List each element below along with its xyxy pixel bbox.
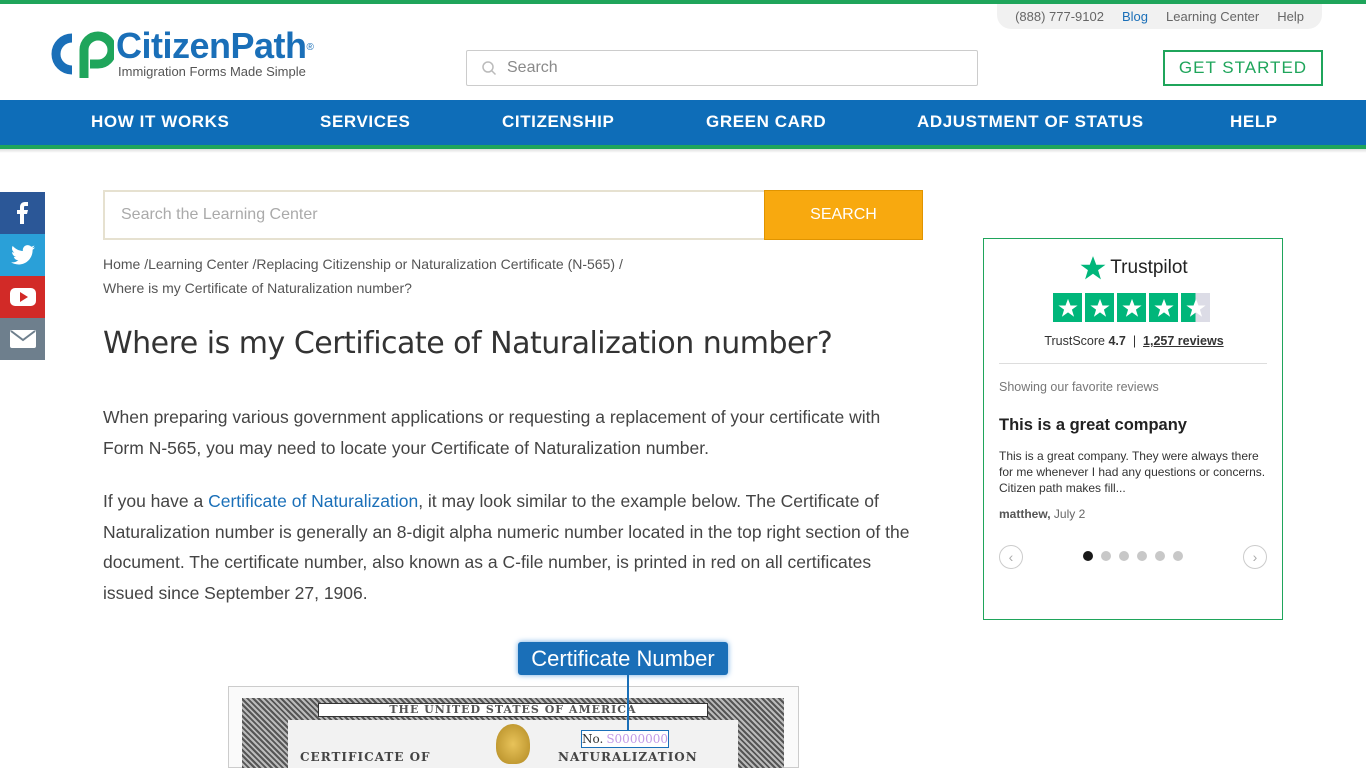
certificate-number-box: No. S0000000 xyxy=(581,730,669,748)
eagle-seal-icon xyxy=(496,724,530,764)
email-share-button[interactable] xyxy=(0,318,45,360)
get-started-button[interactable]: GET STARTED xyxy=(1163,50,1323,86)
logo-tagline: Immigration Forms Made Simple xyxy=(118,64,306,79)
main-nav: HOW IT WORKS SERVICES CITIZENSHIP GREEN … xyxy=(0,100,1366,145)
breadcrumb-separator: / xyxy=(618,256,623,272)
trustscore: TrustScore 4.7 | 1,257 reviews xyxy=(1044,334,1224,348)
help-link[interactable]: Help xyxy=(1277,9,1304,24)
callout-connector-line xyxy=(627,675,629,733)
breadcrumb-learning-center[interactable]: Learning Center xyxy=(148,256,248,272)
reviews-link[interactable]: 1,257 reviews xyxy=(1143,334,1224,348)
widget-divider xyxy=(999,363,1267,364)
breadcrumb-current: Where is my Certificate of Naturalizatio… xyxy=(103,280,412,296)
review-title[interactable]: This is a great company xyxy=(999,416,1187,435)
review-author: matthew, July 2 xyxy=(999,507,1086,521)
learning-center-search: SEARCH xyxy=(103,190,923,240)
learning-center-search-button[interactable]: SEARCH xyxy=(764,190,923,240)
blog-link[interactable]: Blog xyxy=(1122,9,1148,24)
certificate-of-naturalization-link[interactable]: Certificate of Naturalization xyxy=(208,491,418,511)
trustpilot-rating-stars xyxy=(1053,293,1210,322)
pagination-dot[interactable] xyxy=(1119,551,1129,561)
page-title: Where is my Certificate of Naturalizatio… xyxy=(103,326,833,361)
site-logo[interactable]: CitizenPath® Immigration Forms Made Simp… xyxy=(42,26,332,82)
pagination-dot[interactable] xyxy=(1083,551,1093,561)
star-icon xyxy=(1149,293,1178,322)
star-icon xyxy=(1053,293,1082,322)
previous-review-button[interactable]: ‹ xyxy=(999,545,1023,569)
breadcrumb-parent[interactable]: Replacing Citizenship or Naturalization … xyxy=(256,256,615,272)
nav-green-card[interactable]: GREEN CARD xyxy=(706,112,826,132)
review-pagination-dots xyxy=(1083,551,1183,561)
star-icon xyxy=(1117,293,1146,322)
pagination-dot[interactable] xyxy=(1173,551,1183,561)
review-text: This is a great company. They were alway… xyxy=(999,449,1266,495)
certificate-heading-left: CERTIFICATE OF xyxy=(300,750,431,764)
search-icon xyxy=(482,61,497,76)
youtube-icon xyxy=(9,288,36,306)
header-search[interactable] xyxy=(466,50,978,86)
half-star-icon xyxy=(1181,293,1210,322)
twitter-icon xyxy=(10,245,35,265)
utility-bar: (888) 777-9102 Blog Learning Center Help xyxy=(997,4,1322,29)
nav-shadow xyxy=(0,149,1366,153)
learning-center-search-input[interactable] xyxy=(103,190,764,240)
header-search-input[interactable] xyxy=(507,59,947,77)
chevron-right-icon: › xyxy=(1252,549,1258,565)
pagination-dot[interactable] xyxy=(1101,551,1111,561)
showing-favorite-reviews: Showing our favorite reviews xyxy=(999,380,1159,394)
nav-adjustment-of-status[interactable]: ADJUSTMENT OF STATUS xyxy=(917,112,1144,132)
article-paragraph-2: If you have a Certificate of Naturalizat… xyxy=(103,491,910,603)
facebook-icon xyxy=(16,202,28,224)
trustpilot-brand[interactable]: Trustpilot xyxy=(984,255,1284,281)
breadcrumb-home[interactable]: Home xyxy=(103,256,140,272)
pagination-dot[interactable] xyxy=(1137,551,1147,561)
article-paragraph-1: When preparing various government applic… xyxy=(103,407,881,458)
nav-help[interactable]: HELP xyxy=(1230,112,1278,132)
chevron-left-icon: ‹ xyxy=(1008,549,1014,565)
certificate-example-image: Certificate Number THE UNITED STATES OF … xyxy=(228,640,800,768)
logo-brand: CitizenPath® xyxy=(116,25,314,66)
nav-citizenship[interactable]: CITIZENSHIP xyxy=(502,112,614,132)
facebook-share-button[interactable] xyxy=(0,192,45,234)
certificate-heading-right: NATURALIZATION xyxy=(558,750,698,764)
email-icon xyxy=(9,330,36,348)
trustpilot-widget[interactable]: Trustpilot TrustScore 4.7 | 1,257 review… xyxy=(983,238,1283,620)
nav-services[interactable]: SERVICES xyxy=(320,112,410,132)
learning-center-link[interactable]: Learning Center xyxy=(1166,9,1259,24)
certificate-number-callout: Certificate Number xyxy=(518,642,728,675)
breadcrumb: Home /Learning Center /Replacing Citizen… xyxy=(103,252,703,300)
citizenpath-logo-icon xyxy=(51,31,114,78)
twitter-share-button[interactable] xyxy=(0,234,45,276)
trustpilot-star-icon xyxy=(1080,256,1106,280)
social-share-bar xyxy=(0,192,45,360)
youtube-share-button[interactable] xyxy=(0,276,45,318)
next-review-button[interactable]: › xyxy=(1243,545,1267,569)
certificate-banner: THE UNITED STATES OF AMERICA xyxy=(318,703,708,717)
star-icon xyxy=(1085,293,1114,322)
nav-how-it-works[interactable]: HOW IT WORKS xyxy=(91,112,229,132)
pagination-dot[interactable] xyxy=(1155,551,1165,561)
phone-number[interactable]: (888) 777-9102 xyxy=(1015,9,1104,24)
